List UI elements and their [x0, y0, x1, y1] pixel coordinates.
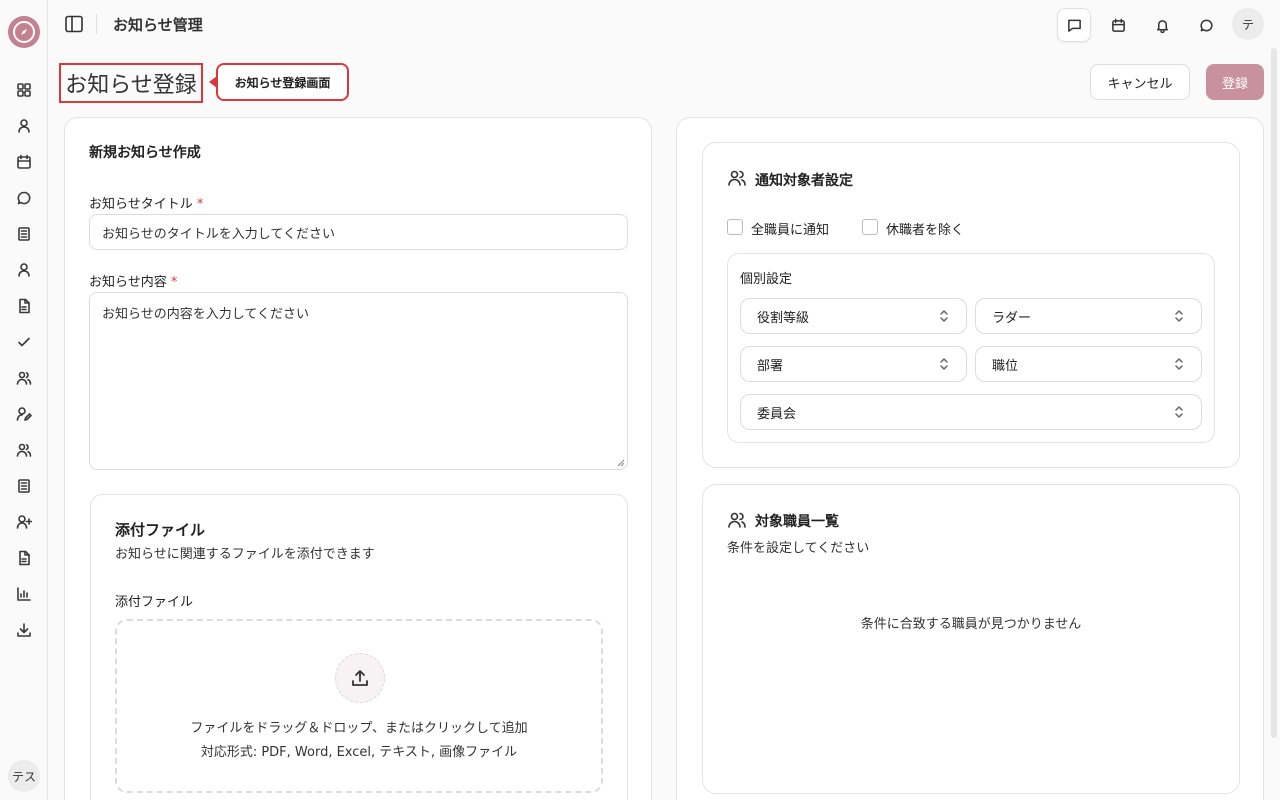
chevron-up-down-icon	[940, 358, 948, 370]
sidebar-avatar[interactable]: テス	[8, 760, 40, 792]
chat-icon	[1199, 19, 1213, 31]
right-panel: 通知対象者設定 全職員に通知 休職者を除く 個別設定 役割等級 ラダー 部署 職…	[676, 117, 1264, 800]
position-select[interactable]: 職位	[975, 346, 1202, 382]
calendar-button[interactable]	[1101, 8, 1135, 42]
empty-state-text: 条件に合致する職員が見つかりません	[860, 617, 1082, 632]
content-field-label: お知らせ内容 *	[89, 275, 178, 290]
notify-all-label: 全職員に通知	[751, 223, 830, 238]
user-plus-icon[interactable]	[14, 512, 34, 532]
exclude-leave-label: 休職者を除く	[886, 223, 965, 238]
user-edit-icon[interactable]	[14, 404, 34, 424]
attachment-title: 添付ファイル	[115, 521, 206, 539]
dropzone-formats: 対応形式: PDF, Word, Excel, テキスト, 画像ファイル	[200, 745, 518, 760]
header-divider	[96, 14, 97, 34]
document-icon[interactable]	[14, 548, 34, 568]
upload-icon	[335, 653, 385, 703]
notify-settings-title: 通知対象者設定	[755, 173, 853, 189]
department-select[interactable]: 部署	[740, 346, 967, 382]
panel-toggle-icon[interactable]	[64, 14, 84, 34]
target-staff-title: 対象職員一覧	[755, 514, 839, 530]
cancel-button[interactable]: キャンセル	[1090, 64, 1190, 100]
resize-grip-icon	[617, 459, 625, 467]
users-icon[interactable]	[14, 440, 34, 460]
calendar-icon	[1111, 18, 1125, 32]
user-avatar[interactable]: テ	[1232, 8, 1264, 40]
page-title: お知らせ登録	[59, 63, 203, 103]
dropzone-instruction: ファイルをドラッグ＆ドロップ、またはクリックして追加	[190, 721, 528, 736]
attachment-description: お知らせに関連するファイルを添付できます	[115, 547, 375, 562]
user-icon[interactable]	[14, 260, 34, 280]
notify-all-checkbox[interactable]	[727, 219, 743, 235]
compass-logo[interactable]	[8, 16, 40, 48]
register-button[interactable]: 登録	[1206, 64, 1264, 100]
title-input[interactable]: お知らせのタイトルを入力してください	[89, 214, 628, 250]
chevron-up-down-icon	[1175, 406, 1183, 418]
individual-settings-title: 個別設定	[740, 272, 793, 287]
calendar-icon[interactable]	[14, 152, 34, 172]
file-dropzone[interactable]: ファイルをドラッグ＆ドロップ、またはクリックして追加 対応形式: PDF, Wo…	[115, 619, 603, 793]
chevron-up-down-icon	[940, 310, 948, 322]
top-header: お知らせ管理 テ	[48, 0, 1280, 48]
chevron-up-down-icon	[1175, 358, 1183, 370]
users-icon[interactable]	[14, 368, 34, 388]
chevron-up-down-icon	[1175, 310, 1183, 322]
form-section-title: 新規お知らせ作成	[89, 145, 201, 161]
individual-settings: 個別設定 役割等級 ラダー 部署 職位 委員会	[727, 253, 1215, 443]
chat-icon[interactable]	[14, 188, 34, 208]
chat-button[interactable]	[1189, 8, 1223, 42]
user-icon[interactable]	[14, 116, 34, 136]
notify-settings-card: 通知対象者設定 全職員に通知 休職者を除く 個別設定 役割等級 ラダー 部署 職…	[702, 142, 1240, 468]
target-staff-card: 対象職員一覧 条件を設定してください 条件に合致する職員が見つかりません	[702, 484, 1240, 794]
bell-icon	[1156, 19, 1168, 33]
target-staff-subtitle: 条件を設定してください	[727, 541, 870, 556]
bar-chart-icon[interactable]	[14, 584, 34, 604]
notebook-icon[interactable]	[14, 476, 34, 496]
exclude-leave-checkbox[interactable]	[862, 219, 878, 235]
role-grade-select[interactable]: 役割等級	[740, 298, 967, 334]
title-field-label: お知らせタイトル *	[89, 197, 204, 212]
attachment-card: 添付ファイル お知らせに関連するファイルを添付できます 添付ファイル ファイルを…	[90, 494, 628, 800]
dashboard-icon[interactable]	[14, 80, 34, 100]
messages-button[interactable]	[1057, 8, 1091, 42]
header-title: お知らせ管理	[113, 16, 203, 34]
content-textarea[interactable]: お知らせの内容を入力してください	[89, 292, 628, 470]
committee-select[interactable]: 委員会	[740, 394, 1202, 430]
message-square-icon	[1067, 19, 1081, 32]
document-icon[interactable]	[14, 296, 34, 316]
attachment-field-label: 添付ファイル	[115, 595, 194, 610]
check-icon[interactable]	[14, 332, 34, 352]
notifications-button[interactable]	[1145, 8, 1179, 42]
notebook-icon[interactable]	[14, 224, 34, 244]
download-icon[interactable]	[14, 620, 34, 640]
notice-form-card: 新規お知らせ作成 お知らせタイトル * お知らせのタイトルを入力してください お…	[64, 117, 652, 800]
users-icon	[727, 510, 747, 530]
annotation-callout: お知らせ登録画面	[216, 63, 349, 101]
users-icon	[727, 168, 747, 188]
sidebar: テス	[0, 0, 48, 800]
page-scrollbar[interactable]	[1271, 48, 1277, 738]
ladder-select[interactable]: ラダー	[975, 298, 1202, 334]
